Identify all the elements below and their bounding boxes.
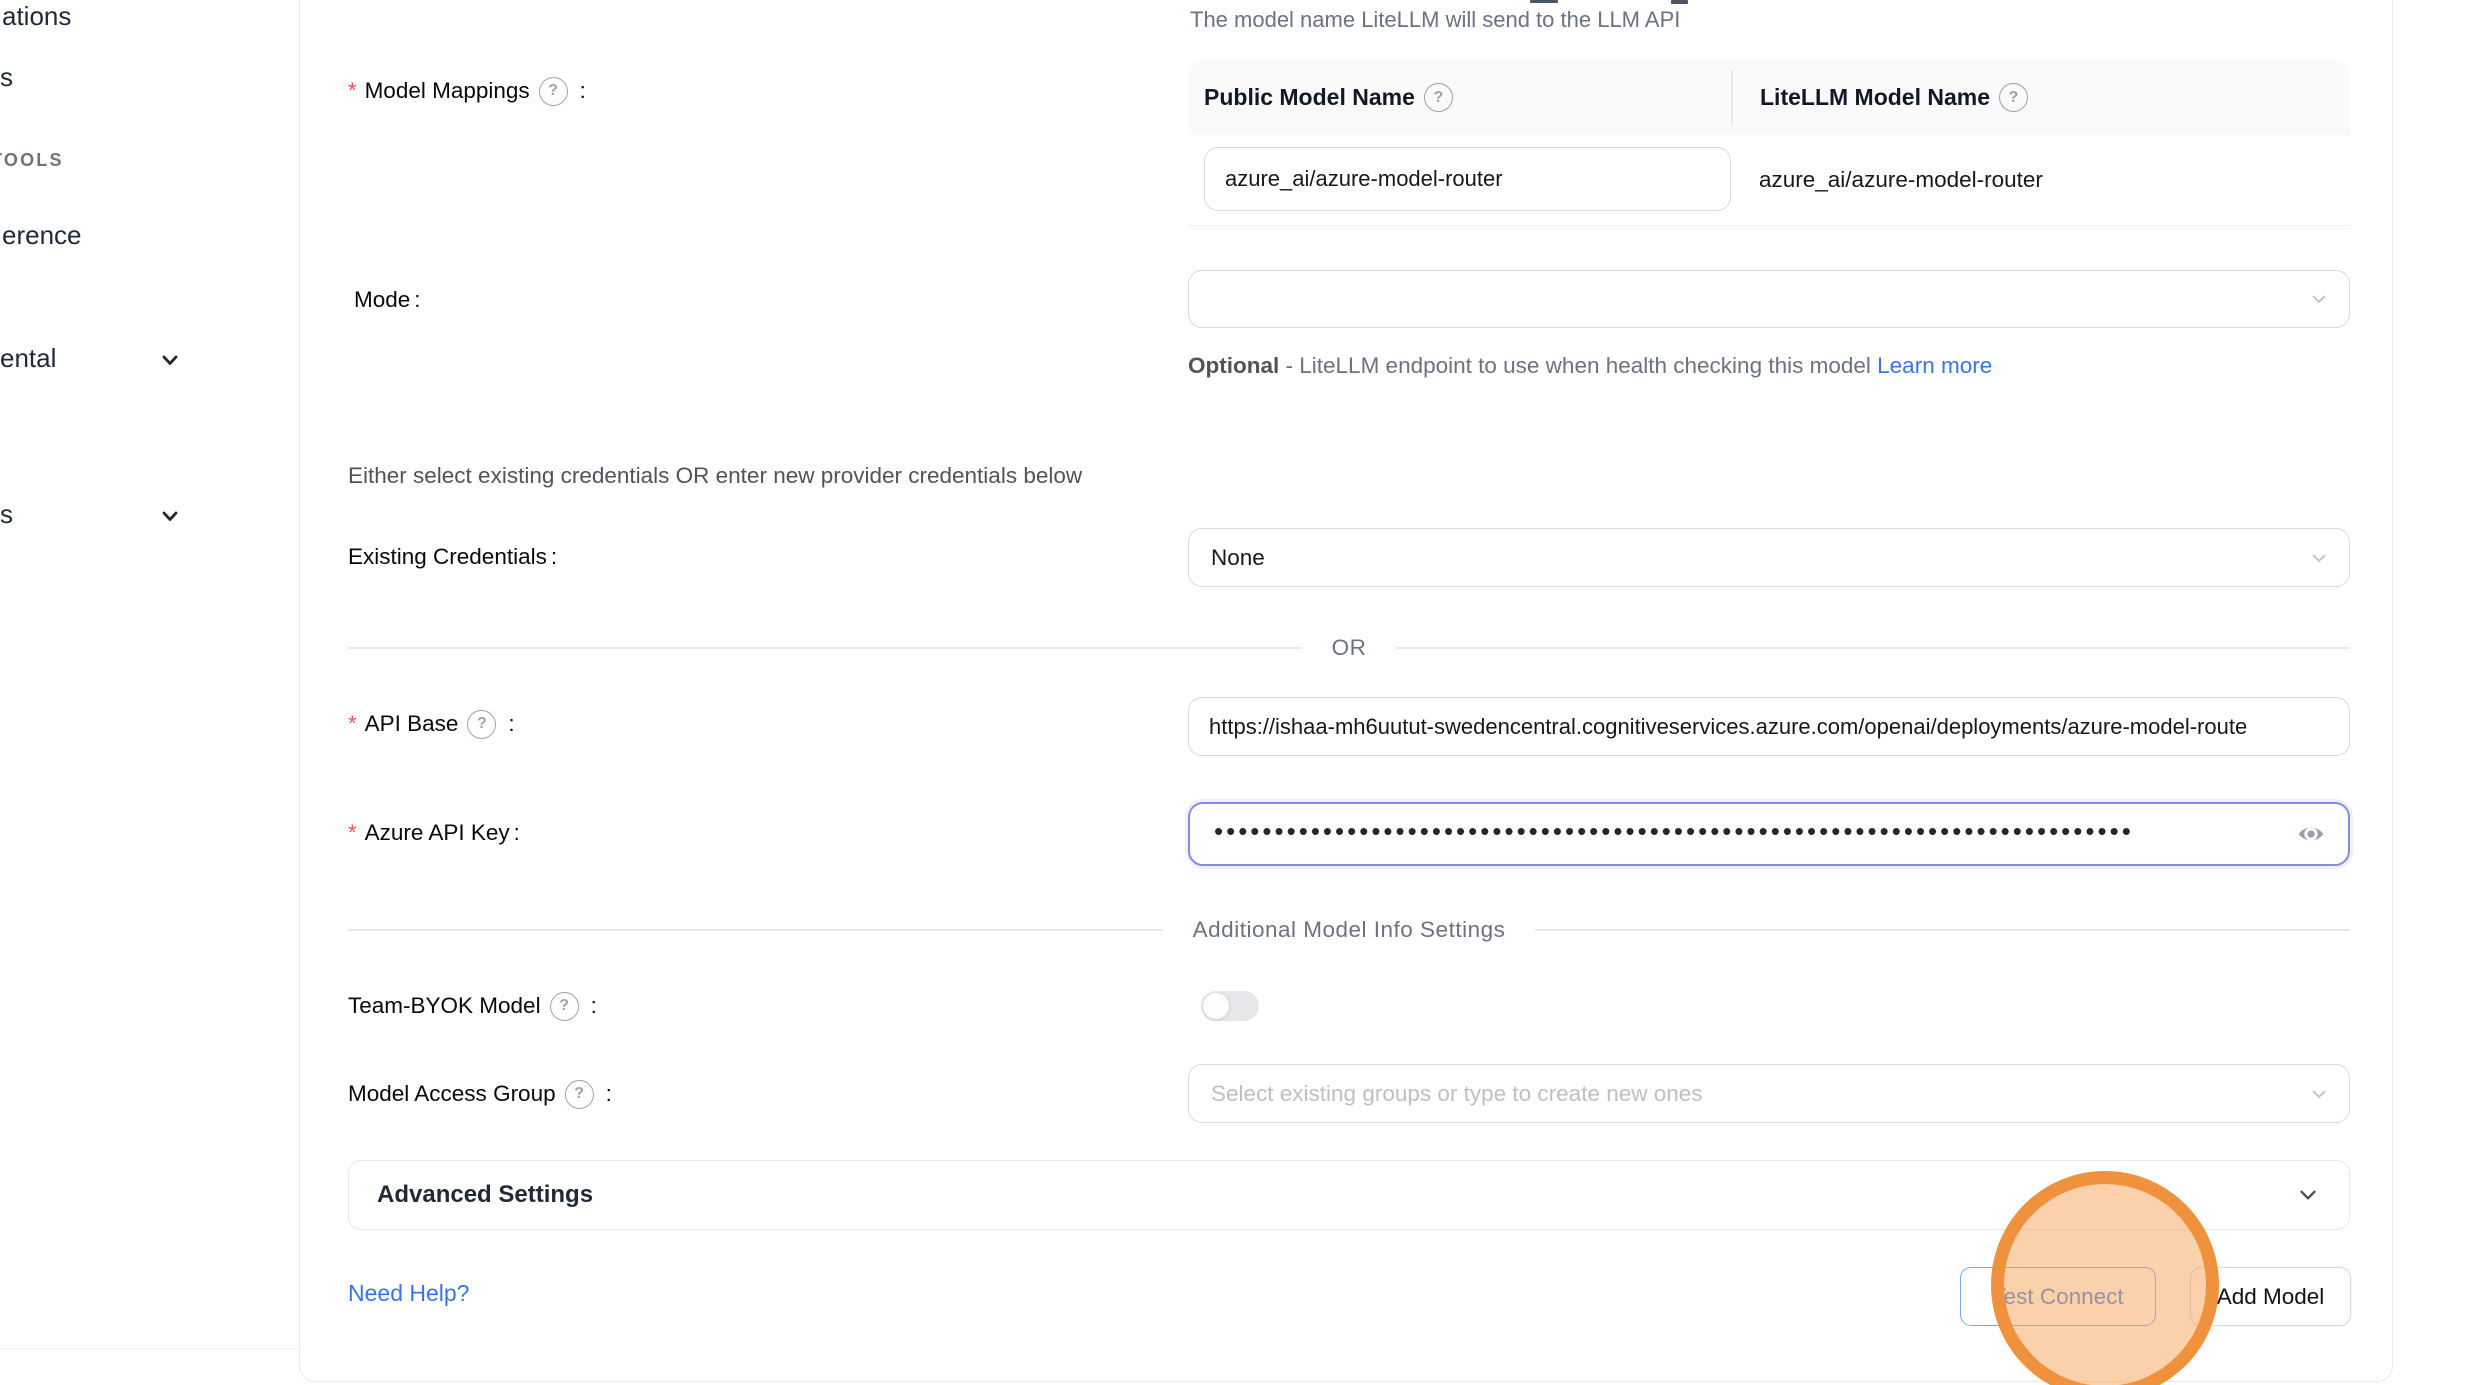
toggle-knob xyxy=(1203,993,1229,1019)
litellm-model-name-value: azure_ai/azure-model-router xyxy=(1759,135,2043,225)
sidebar-item-settings[interactable]: s xyxy=(0,499,13,530)
mode-select[interactable] xyxy=(1188,270,2350,328)
mode-helper-text: Optional - LiteLLM endpoint to use when … xyxy=(1188,346,2018,386)
model-mappings-table: Public Model Name ? LiteLLM Model Name ?… xyxy=(1188,60,2350,226)
column-divider xyxy=(1731,70,1733,125)
chevron-down-icon xyxy=(2295,1182,2321,1208)
eye-icon[interactable] xyxy=(2296,819,2326,849)
help-icon[interactable]: ? xyxy=(565,1080,594,1109)
credentials-note: Either select existing credentials OR en… xyxy=(348,463,1082,489)
label-text: Mode xyxy=(354,285,410,315)
helper-bold: Optional xyxy=(1188,353,1279,378)
help-icon[interactable]: ? xyxy=(1999,83,2028,112)
need-help-link[interactable]: Need Help? xyxy=(348,1280,469,1307)
or-divider: OR xyxy=(348,634,2350,662)
help-icon[interactable]: ? xyxy=(539,77,568,106)
label-colon: : xyxy=(591,991,597,1021)
helper-text: - LiteLLM endpoint to use when health ch… xyxy=(1286,353,1871,378)
mode-label: Mode : xyxy=(354,285,421,315)
divider-line xyxy=(348,929,1163,931)
model-name-help-note: The model name LiteLLM will send to the … xyxy=(1190,7,1680,33)
label-colon: : xyxy=(514,818,520,848)
chevron-down-icon xyxy=(2307,546,2331,570)
table-row: azure_ai/azure-model-router xyxy=(1188,135,2350,226)
required-mark: * xyxy=(348,709,357,739)
sidebar-item-integrations[interactable]: ations xyxy=(2,1,71,32)
label-text: Model Mappings xyxy=(365,76,530,106)
header-text: LiteLLM Model Name xyxy=(1760,84,1990,111)
required-mark: * xyxy=(348,818,357,848)
help-icon[interactable]: ? xyxy=(1424,83,1453,112)
advanced-settings-label: Advanced Settings xyxy=(377,1181,593,1209)
azure-api-key-label: * Azure API Key : xyxy=(348,818,520,848)
cutoff-text-fragment xyxy=(1530,0,1558,3)
model-access-group-label: Model Access Group ? : xyxy=(348,1079,612,1109)
advanced-settings-panel[interactable]: Advanced Settings xyxy=(348,1160,2350,1230)
model-access-group-select[interactable]: Select existing groups or type to create… xyxy=(1188,1064,2350,1123)
existing-credentials-select[interactable]: None xyxy=(1188,528,2350,587)
select-placeholder: Select existing groups or type to create… xyxy=(1211,1081,1703,1107)
label-colon: : xyxy=(414,285,420,315)
divider-line xyxy=(1396,647,2350,649)
sidebar-section-tools: TOOLS xyxy=(0,150,64,171)
team-byok-toggle[interactable] xyxy=(1201,991,1259,1021)
label-colon: : xyxy=(606,1079,612,1109)
sidebar-item-experimental[interactable]: ental xyxy=(0,343,56,374)
label-colon: : xyxy=(508,709,514,739)
api-base-input[interactable] xyxy=(1188,697,2350,756)
additional-settings-divider: Additional Model Info Settings xyxy=(348,914,2350,946)
sidebar-item[interactable]: s xyxy=(0,62,13,93)
test-connect-button[interactable]: Test Connect xyxy=(1960,1267,2156,1326)
divider-line xyxy=(348,647,1302,649)
chevron-down-icon[interactable] xyxy=(158,348,182,372)
existing-credentials-label: Existing Credentials : xyxy=(348,542,557,572)
chevron-down-icon[interactable] xyxy=(158,504,182,528)
model-mappings-label: * Model Mappings ? : xyxy=(348,76,586,106)
help-icon[interactable]: ? xyxy=(467,710,496,739)
label-text: Model Access Group xyxy=(348,1079,556,1109)
help-icon[interactable]: ? xyxy=(550,992,579,1021)
label-text: API Base xyxy=(365,709,459,739)
litellm-model-name-header: LiteLLM Model Name ? xyxy=(1744,83,2350,112)
sidebar-item-inference[interactable]: erence xyxy=(2,220,82,251)
or-text: OR xyxy=(1332,635,1367,661)
masked-password-value: ••••••••••••••••••••••••••••••••••••••••… xyxy=(1214,816,2134,847)
add-model-form-page: ations s TOOLS erence ental s The model … xyxy=(0,0,2477,1385)
table-header: Public Model Name ? LiteLLM Model Name ? xyxy=(1188,60,2350,135)
azure-api-key-input[interactable]: ••••••••••••••••••••••••••••••••••••••••… xyxy=(1188,802,2350,866)
label-colon: : xyxy=(580,76,586,106)
api-base-label: * API Base ? : xyxy=(348,709,515,739)
header-text: Public Model Name xyxy=(1204,84,1415,111)
chevron-down-icon xyxy=(2307,287,2331,311)
label-text: Team-BYOK Model xyxy=(348,991,541,1021)
chevron-down-icon xyxy=(2307,1082,2331,1106)
label-text: Existing Credentials xyxy=(348,542,547,572)
team-byok-label: Team-BYOK Model ? : xyxy=(348,991,597,1021)
public-model-name-input[interactable] xyxy=(1204,147,1731,211)
sidebar-divider xyxy=(0,1348,298,1350)
select-value: None xyxy=(1211,545,1265,571)
required-mark: * xyxy=(348,76,357,106)
label-text: Azure API Key xyxy=(365,818,510,848)
add-model-button[interactable]: Add Model xyxy=(2190,1267,2351,1326)
label-colon: : xyxy=(551,542,557,572)
public-model-name-header: Public Model Name ? xyxy=(1188,83,1744,112)
section-divider-text: Additional Model Info Settings xyxy=(1193,917,1506,943)
cutoff-text-fragment xyxy=(1671,0,1688,4)
divider-line xyxy=(1535,929,2350,931)
learn-more-link[interactable]: Learn more xyxy=(1877,353,1992,378)
